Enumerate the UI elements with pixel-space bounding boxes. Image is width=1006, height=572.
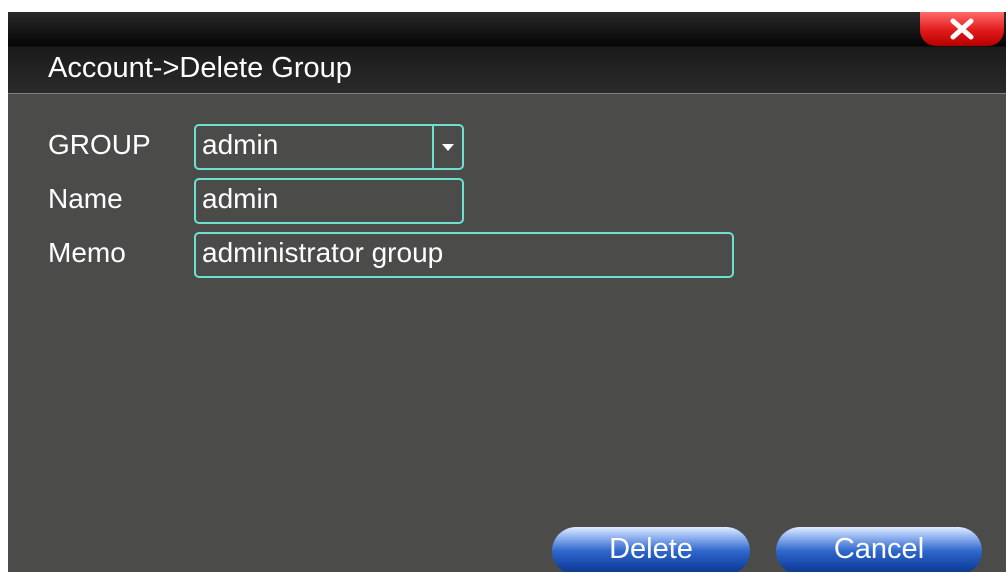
- delete-button[interactable]: Delete: [552, 527, 750, 572]
- title-divider: [8, 93, 1006, 94]
- name-field-value: admin: [202, 183, 279, 214]
- group-dropdown-button[interactable]: [432, 126, 462, 168]
- group-select[interactable]: admin: [194, 124, 464, 170]
- close-icon: [950, 18, 974, 40]
- memo-field-value: administrator group: [202, 237, 444, 268]
- group-select-value: admin: [202, 129, 279, 160]
- group-label: GROUP: [48, 129, 151, 160]
- cancel-button[interactable]: Cancel: [776, 527, 982, 572]
- memo-label: Memo: [48, 237, 126, 268]
- delete-group-dialog: Account->Delete Group GROUP admin Name a…: [8, 12, 1006, 572]
- memo-field[interactable]: administrator group: [194, 232, 734, 278]
- name-field[interactable]: admin: [194, 178, 464, 224]
- name-label: Name: [48, 183, 123, 214]
- chevron-down-icon: [442, 143, 454, 151]
- page-title: Account->Delete Group: [48, 52, 352, 84]
- close-button[interactable]: [920, 12, 1004, 46]
